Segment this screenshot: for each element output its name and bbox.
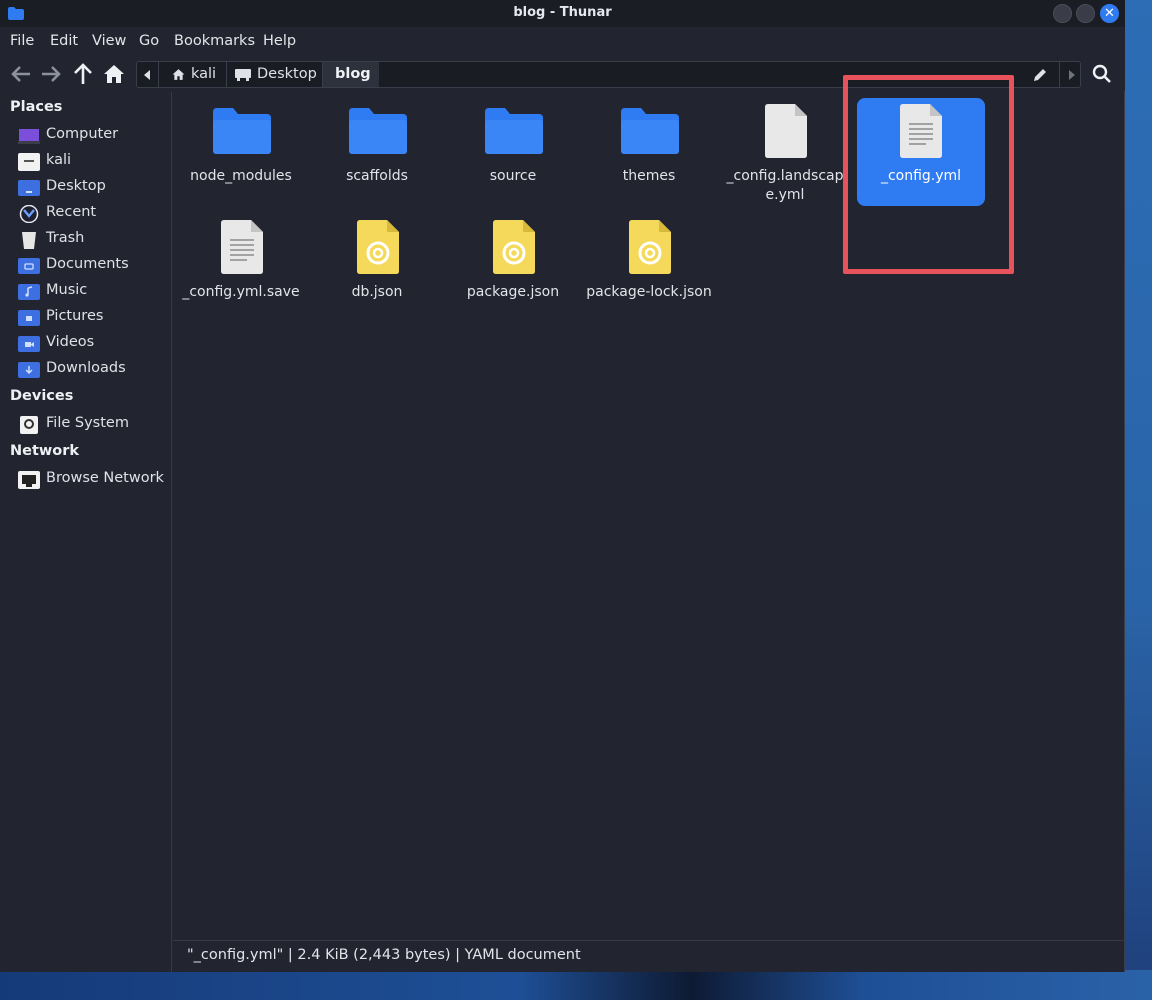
- sidebar-item-videos[interactable]: Videos: [18, 333, 168, 355]
- sidebar-item-pictures[interactable]: Pictures: [18, 307, 168, 329]
- desktop-folder-icon: [18, 180, 40, 196]
- json-file-icon: [493, 220, 535, 274]
- crumb-label: kali: [191, 66, 217, 82]
- text-file-icon: [900, 104, 942, 158]
- crumb-kali[interactable]: kali: [159, 62, 227, 87]
- network-icon: [18, 471, 40, 489]
- file-name: _config.yml: [880, 168, 962, 184]
- videos-folder-icon: [18, 336, 40, 352]
- sidebar-item-music[interactable]: Music: [18, 281, 168, 303]
- path-scroll-left-button[interactable]: [137, 62, 159, 87]
- sidebar-item-recent[interactable]: Recent: [18, 203, 168, 225]
- sidebar-item-label: Browse Network: [46, 470, 164, 486]
- forward-arrow-icon[interactable]: [39, 63, 63, 85]
- sidebar-item-downloads[interactable]: Downloads: [18, 359, 168, 381]
- sidebar-item-label: Pictures: [46, 308, 104, 324]
- sidebar-item-label: Recent: [46, 204, 97, 220]
- path-scroll-right-button[interactable]: [1059, 62, 1081, 87]
- json-file-icon: [357, 220, 399, 274]
- documents-folder-icon: [18, 258, 40, 274]
- sidebar: Places Computer kali Desktop Recent Tras…: [0, 92, 172, 972]
- edit-path-icon[interactable]: [1033, 68, 1047, 82]
- music-folder-icon: [18, 284, 40, 300]
- file-name: source: [489, 168, 537, 184]
- sidebar-item-label: File System: [46, 415, 129, 431]
- sidebar-item-label: kali: [46, 152, 72, 168]
- menu-go[interactable]: Go: [139, 33, 159, 49]
- file-manager-window: blog - Thunar ✕ File Edit View Go Bookma…: [0, 0, 1125, 972]
- folder-icon: [213, 108, 271, 154]
- sidebar-item-kali[interactable]: kali: [18, 151, 168, 173]
- downloads-folder-icon: [18, 362, 40, 378]
- file-name: package.json: [466, 284, 560, 300]
- home-icon[interactable]: [102, 63, 126, 85]
- folder-icon: [349, 108, 407, 154]
- home-folder-icon: [18, 153, 40, 171]
- chevron-right-icon: [1069, 70, 1075, 80]
- file-name: package-lock.json: [586, 284, 712, 300]
- sidebar-item-file-system[interactable]: File System: [18, 414, 168, 436]
- trash-icon: [22, 232, 36, 249]
- close-button[interactable]: ✕: [1100, 4, 1119, 23]
- status-text: "_config.yml" | 2.4 KiB (2,443 bytes) | …: [187, 947, 581, 963]
- toolbar: kali Desktop blog: [0, 57, 1125, 91]
- places-header: Places: [10, 99, 63, 115]
- back-arrow-icon[interactable]: [9, 63, 33, 85]
- sidebar-item-label: Music: [46, 282, 88, 298]
- file-view[interactable]: node_modules scaffolds source themes _co…: [173, 92, 1124, 940]
- path-bar: kali Desktop blog: [136, 61, 1081, 88]
- json-file-icon: [629, 220, 671, 274]
- blank-file-icon: [765, 104, 807, 158]
- sidebar-item-trash[interactable]: Trash: [18, 229, 168, 251]
- menu-file[interactable]: File: [10, 33, 34, 49]
- menu-view[interactable]: View: [92, 33, 126, 49]
- crumb-blog[interactable]: blog: [323, 62, 379, 87]
- status-bar: "_config.yml" | 2.4 KiB (2,443 bytes) | …: [173, 940, 1124, 972]
- desktop-background: [1125, 0, 1152, 1000]
- menu-help[interactable]: Help: [263, 33, 296, 49]
- folder-icon: [621, 108, 679, 154]
- sidebar-item-browse-network[interactable]: Browse Network: [18, 469, 168, 491]
- minimize-button[interactable]: [1053, 4, 1072, 23]
- network-header: Network: [10, 443, 80, 459]
- drive-icon: [20, 416, 38, 434]
- file-name: _config.yml.save: [182, 284, 300, 300]
- up-arrow-icon[interactable]: [71, 63, 95, 85]
- sidebar-item-label: Documents: [46, 256, 129, 272]
- computer-icon: [18, 129, 40, 144]
- folder-icon: [485, 108, 543, 154]
- file-name: node_modules: [190, 168, 292, 184]
- sidebar-item-desktop[interactable]: Desktop: [18, 177, 168, 199]
- sidebar-item-label: Desktop: [46, 178, 106, 194]
- text-file-icon: [221, 220, 263, 274]
- pictures-folder-icon: [18, 310, 40, 326]
- window-title: blog - Thunar: [513, 5, 612, 20]
- file-name: scaffolds: [346, 168, 408, 184]
- sidebar-item-label: Downloads: [46, 360, 126, 376]
- chevron-left-icon: [144, 70, 150, 80]
- desktop-background-bottom: [0, 970, 1152, 1000]
- home-icon: [172, 69, 185, 80]
- file-name: themes: [622, 168, 676, 184]
- menu-edit[interactable]: Edit: [50, 33, 78, 49]
- recent-icon: [19, 205, 39, 223]
- crumb-label: blog: [335, 66, 371, 82]
- sidebar-item-label: Computer: [46, 126, 119, 142]
- title-bar[interactable]: blog - Thunar ✕: [0, 0, 1125, 27]
- menu-bar: File Edit View Go Bookmarks Help: [0, 27, 1125, 57]
- sidebar-item-documents[interactable]: Documents: [18, 255, 168, 277]
- file-name: _config.landscape.yml: [726, 168, 844, 203]
- menu-bookmarks[interactable]: Bookmarks: [174, 33, 255, 49]
- search-icon[interactable]: [1092, 64, 1112, 84]
- maximize-button[interactable]: [1076, 4, 1095, 23]
- crumb-desktop[interactable]: Desktop: [227, 62, 323, 87]
- sidebar-item-label: Trash: [46, 230, 85, 246]
- crumb-label: Desktop: [257, 66, 317, 82]
- sidebar-item-label: Videos: [46, 334, 95, 350]
- file-name: db.json: [351, 284, 403, 300]
- desktop-icon: [235, 69, 251, 81]
- devices-header: Devices: [10, 388, 74, 404]
- sidebar-item-computer[interactable]: Computer: [18, 125, 168, 147]
